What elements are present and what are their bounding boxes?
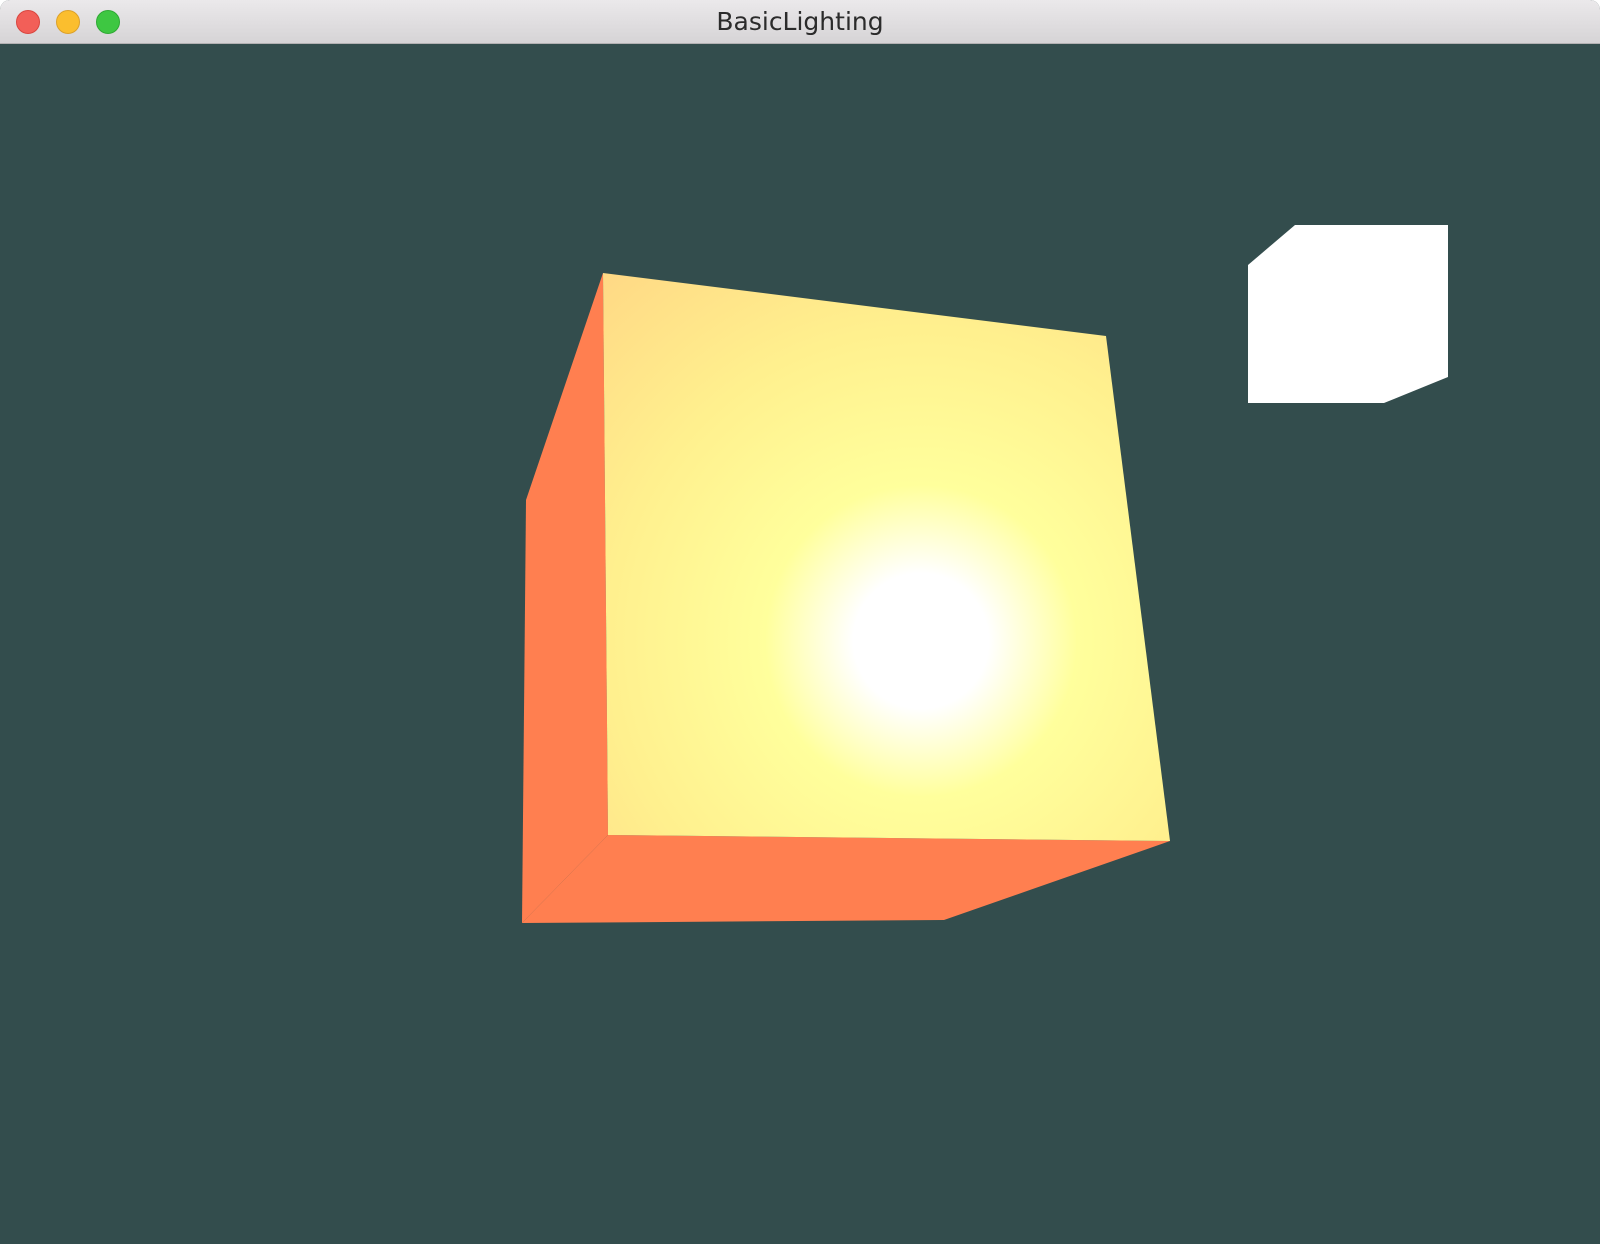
scene-canvas (0, 44, 1600, 1244)
title-bar[interactable]: BasicLighting (0, 0, 1600, 44)
cube-lit-face (603, 273, 1170, 841)
window-title: BasicLighting (716, 7, 884, 36)
light-source-cube (1248, 225, 1448, 403)
opengl-viewport[interactable] (0, 44, 1600, 1244)
app-window: BasicLighting (0, 0, 1600, 1244)
object-cube (522, 273, 1170, 923)
